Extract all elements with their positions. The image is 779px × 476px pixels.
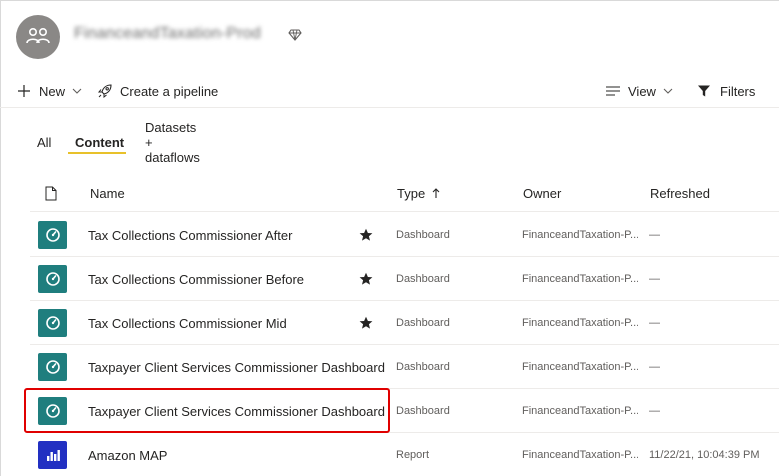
item-owner: FinanceandTaxation-P... xyxy=(522,361,638,373)
refreshed-column-header[interactable]: Refreshed xyxy=(650,174,710,212)
item-type: Report xyxy=(396,449,430,461)
item-name-link[interactable]: Taxpayer Client Services Commissioner Da… xyxy=(88,389,388,433)
workspace-avatar xyxy=(16,15,60,59)
filter-icon xyxy=(698,85,710,97)
item-type: Dashboard xyxy=(396,405,450,417)
sort-ascending-icon xyxy=(432,187,440,198)
item-type-cell[interactable] xyxy=(38,433,68,476)
table-row[interactable]: Taxpayer Client Services Commissioner Da… xyxy=(30,345,779,389)
view-button[interactable]: View xyxy=(606,76,673,106)
item-type: Dashboard xyxy=(396,317,450,329)
list-view-icon xyxy=(606,86,620,96)
type-sort-header[interactable]: Type xyxy=(397,174,440,212)
star-icon xyxy=(359,316,373,329)
item-name-link[interactable]: Tax Collections Commissioner Mid xyxy=(88,301,388,345)
diamond-icon xyxy=(288,29,302,41)
table-row[interactable]: Tax Collections Commissioner Mid Dashboar… xyxy=(30,301,779,345)
favorite-star[interactable] xyxy=(356,301,376,345)
item-type-cell[interactable] xyxy=(38,257,68,301)
plus-icon xyxy=(18,85,30,97)
item-name-link[interactable]: Tax Collections Commissioner Before xyxy=(88,257,388,301)
item-type-cell[interactable] xyxy=(38,345,68,389)
item-owner: FinanceandTaxation-P... xyxy=(522,229,638,241)
favorite-star[interactable] xyxy=(356,257,376,301)
star-icon xyxy=(359,272,373,285)
star-icon xyxy=(359,228,373,241)
dashboard-icon xyxy=(45,272,60,286)
item-icon xyxy=(38,353,67,381)
item-type-cell[interactable] xyxy=(38,301,68,345)
item-owner: FinanceandTaxation-P... xyxy=(522,405,638,417)
item-type-cell[interactable] xyxy=(38,213,68,257)
table-row[interactable]: Tax Collections Commissioner Before Dashb… xyxy=(30,257,779,301)
item-owner: FinanceandTaxation-P... xyxy=(522,449,638,461)
table-header: Name Type Owner Refreshed xyxy=(30,174,779,212)
report-icon xyxy=(46,450,60,461)
item-owner: FinanceandTaxation-P... xyxy=(522,317,638,329)
favorite-star[interactable] xyxy=(356,213,376,257)
item-refreshed: — xyxy=(649,273,660,285)
filters-label: Filters xyxy=(720,83,756,99)
table-row[interactable]: Taxpayer Client Services Commissioner Da… xyxy=(30,389,779,433)
item-type: Dashboard xyxy=(396,361,450,373)
item-icon xyxy=(38,265,67,293)
type-column-header[interactable] xyxy=(45,174,57,212)
chevron-down-icon xyxy=(663,88,673,94)
left-border xyxy=(0,0,1,476)
dashboard-icon xyxy=(45,228,60,242)
top-border xyxy=(0,0,779,1)
tab-datasets-dataflows[interactable]: Datasets + dataflows xyxy=(145,120,200,165)
item-refreshed: — xyxy=(649,317,660,329)
item-name-link[interactable]: Amazon MAP xyxy=(88,433,388,476)
item-refreshed: — xyxy=(649,361,660,373)
tab-all[interactable]: All xyxy=(37,128,51,156)
item-icon xyxy=(38,397,67,425)
workspace-name: FinanceandTaxation-Prod xyxy=(74,25,261,42)
table-row[interactable]: Amazon MAP Report FinanceandTaxation-P... 1… xyxy=(30,433,779,476)
item-type: Dashboard xyxy=(396,273,450,285)
rocket-icon xyxy=(97,84,112,99)
document-icon xyxy=(45,186,57,200)
item-name-link[interactable]: Tax Collections Commissioner After xyxy=(88,213,388,257)
item-icon xyxy=(38,221,67,249)
item-name-link[interactable]: Taxpayer Client Services Commissioner Da… xyxy=(88,345,388,389)
item-icon xyxy=(38,309,67,337)
group-icon xyxy=(26,27,50,44)
item-type-cell[interactable] xyxy=(38,389,68,433)
new-button[interactable]: New xyxy=(17,76,82,106)
chevron-down-icon xyxy=(72,88,82,94)
item-refreshed: — xyxy=(649,405,660,417)
new-label: New xyxy=(39,83,66,99)
name-column-header[interactable]: Name xyxy=(90,174,125,212)
owner-column-header[interactable]: Owner xyxy=(523,174,561,212)
active-tab-indicator xyxy=(68,152,126,154)
item-owner: FinanceandTaxation-P... xyxy=(522,273,638,285)
dashboard-icon xyxy=(45,404,60,418)
toolbar-divider xyxy=(0,107,779,108)
table-row[interactable]: Tax Collections Commissioner After Dashbo… xyxy=(30,213,779,257)
dashboard-icon xyxy=(45,360,60,374)
filters-button[interactable]: Filters xyxy=(697,76,755,106)
item-refreshed: — xyxy=(649,229,660,241)
item-refreshed: 11/22/21, 10:04:39 PM xyxy=(649,449,760,461)
item-icon xyxy=(38,441,67,469)
toolbar: New Create a pipeline View Filters xyxy=(0,76,779,106)
create-pipeline-label: Create a pipeline xyxy=(120,83,219,99)
dashboard-icon xyxy=(45,316,60,330)
view-label: View xyxy=(628,83,656,99)
create-pipeline-button[interactable]: Create a pipeline xyxy=(97,76,218,106)
type-column-label: Type xyxy=(397,185,426,201)
item-type: Dashboard xyxy=(396,229,450,241)
